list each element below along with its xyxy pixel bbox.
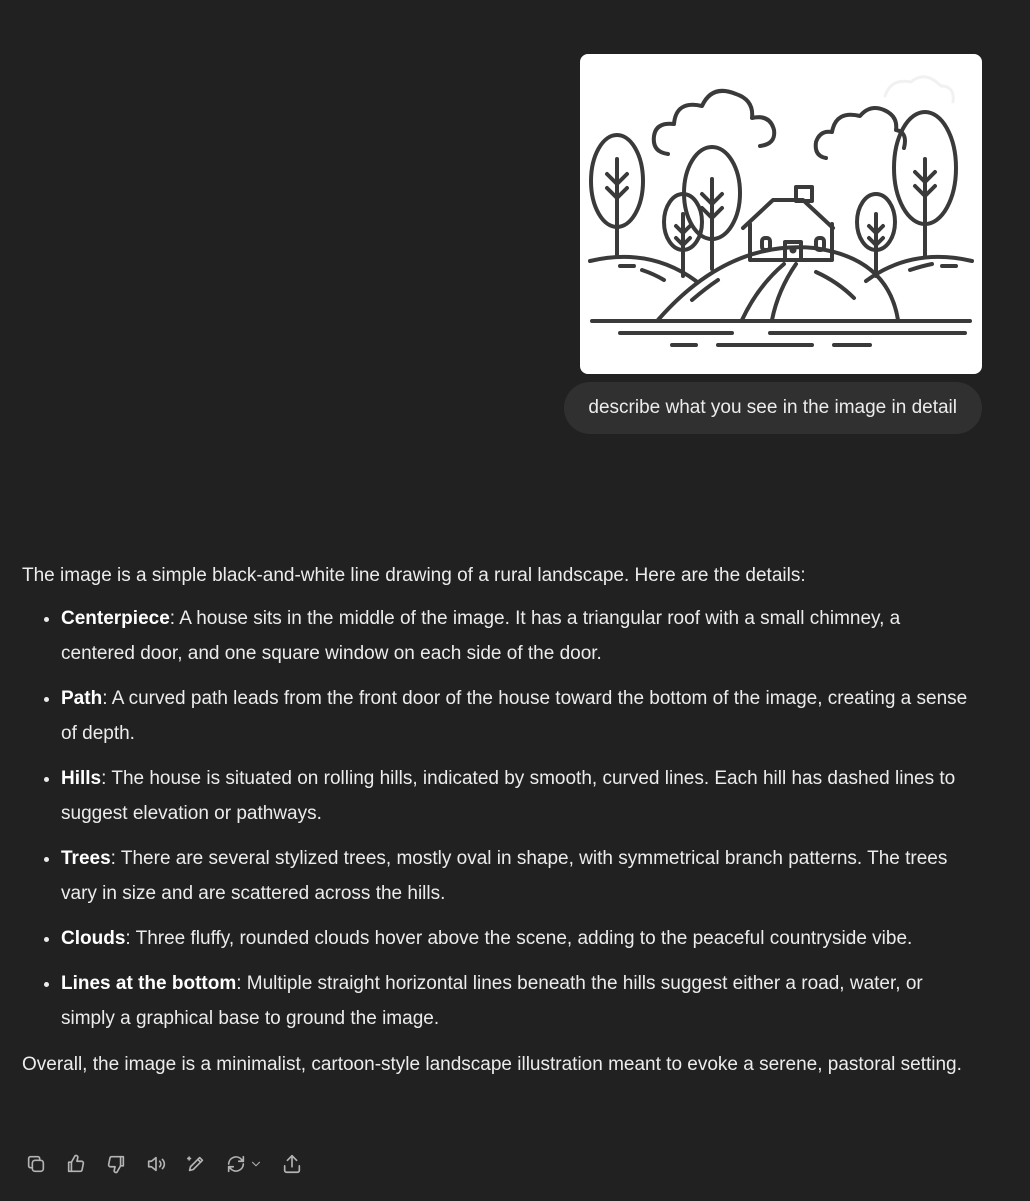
list-item-text: : Three fluffy, rounded clouds hover abo… bbox=[125, 928, 913, 949]
copy-button[interactable] bbox=[22, 1150, 50, 1178]
list-item-term: Hills bbox=[61, 768, 102, 789]
list-item-term: Centerpiece bbox=[61, 608, 170, 629]
user-message-bubble: describe what you see in the image in de… bbox=[564, 382, 982, 434]
assistant-message: The image is a simple black-and-white li… bbox=[22, 558, 977, 1082]
share-icon bbox=[283, 1154, 301, 1174]
thumbs-down-icon bbox=[107, 1155, 125, 1174]
list-item: Lines at the bottom: Multiple straight h… bbox=[61, 966, 977, 1036]
details-list: Centerpiece: A house sits in the middle … bbox=[22, 601, 977, 1036]
user-message-text: describe what you see in the image in de… bbox=[588, 397, 957, 418]
chevron-down-icon bbox=[251, 1161, 261, 1167]
read-aloud-button[interactable] bbox=[142, 1150, 170, 1178]
list-item-term: Trees bbox=[61, 848, 111, 869]
list-item: Trees: There are several stylized trees,… bbox=[61, 841, 977, 911]
chat-page: describe what you see in the image in de… bbox=[0, 0, 1030, 1201]
good-response-button[interactable] bbox=[62, 1150, 90, 1178]
list-item-term: Path bbox=[61, 688, 103, 709]
regenerate-button[interactable] bbox=[222, 1150, 266, 1178]
list-item-term: Clouds bbox=[61, 928, 126, 949]
regenerate-icon bbox=[227, 1155, 245, 1173]
share-button[interactable] bbox=[278, 1150, 306, 1178]
thumbs-up-icon bbox=[67, 1154, 85, 1173]
copy-icon bbox=[27, 1155, 45, 1173]
edit-icon bbox=[186, 1156, 204, 1172]
list-item: Path: A curved path leads from the front… bbox=[61, 681, 977, 751]
bad-response-button[interactable] bbox=[102, 1150, 130, 1178]
list-item: Hills: The house is situated on rolling … bbox=[61, 761, 977, 831]
list-item-text: : A curved path leads from the front doo… bbox=[61, 688, 968, 744]
read-aloud-icon bbox=[147, 1156, 166, 1172]
list-item-term: Lines at the bottom bbox=[61, 973, 237, 994]
uploaded-image[interactable] bbox=[580, 54, 982, 374]
list-item-text: : A house sits in the middle of the imag… bbox=[61, 608, 901, 664]
list-item-text: : There are several stylized trees, most… bbox=[61, 848, 948, 904]
assistant-outro: Overall, the image is a minimalist, cart… bbox=[22, 1054, 962, 1075]
list-item-text: : The house is situated on rolling hills… bbox=[61, 768, 956, 824]
list-item: Centerpiece: A house sits in the middle … bbox=[61, 601, 977, 671]
edit-in-canvas-button[interactable] bbox=[182, 1150, 210, 1178]
list-item: Clouds: Three fluffy, rounded clouds hov… bbox=[61, 921, 977, 956]
assistant-intro: The image is a simple black-and-white li… bbox=[22, 565, 806, 586]
landscape-illustration bbox=[588, 75, 974, 347]
message-action-bar bbox=[22, 1150, 318, 1178]
